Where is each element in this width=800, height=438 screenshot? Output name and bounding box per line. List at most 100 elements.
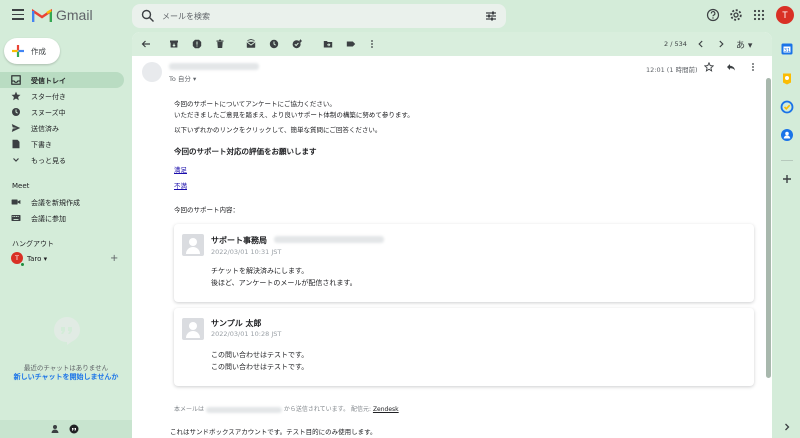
- sidebar-item-label: スター付き: [31, 93, 66, 101]
- label-icon[interactable]: [346, 39, 356, 49]
- sender-redacted: [169, 63, 259, 70]
- message-sender-name: サポート事務局: [211, 236, 267, 245]
- newer-chevron-left-icon[interactable]: [696, 39, 706, 49]
- sender-email-redacted: [274, 236, 384, 243]
- sender-avatar[interactable]: [142, 62, 162, 82]
- older-chevron-right-icon[interactable]: [716, 39, 726, 49]
- zendesk-link[interactable]: Zendesk: [373, 406, 399, 413]
- calendar-icon[interactable]: 31: [780, 42, 794, 56]
- sidebar-item-snoozed[interactable]: スヌーズ中: [0, 104, 124, 120]
- add-addon-plus-icon[interactable]: [780, 172, 794, 186]
- sidebar-item-label: 送信済み: [31, 125, 59, 133]
- hangouts-section-title: ハングアウト: [12, 240, 54, 248]
- contacts-icon[interactable]: [780, 128, 794, 142]
- report-spam-icon[interactable]: [192, 39, 202, 49]
- sidebar-item-sent[interactable]: 送信済み: [0, 120, 124, 136]
- keep-icon[interactable]: [780, 72, 794, 86]
- message-avatar: [182, 318, 204, 340]
- back-arrow-icon[interactable]: [141, 39, 151, 49]
- footer-redacted: [205, 406, 282, 413]
- sidebar-item-label: もっと見る: [31, 157, 66, 165]
- online-status-dot: [20, 262, 25, 267]
- chat-bubble-quote-icon: [54, 317, 80, 345]
- top-bar: Gmail T: [0, 0, 800, 32]
- intro-line-2: いただきましたご意見を踏まえ、より良いサポート体制の構築に努めて参ります。: [174, 111, 414, 119]
- keyboard-icon: [11, 215, 21, 221]
- meet-join-meeting[interactable]: 会議に参加: [0, 210, 124, 226]
- app-name: Gmail: [56, 7, 93, 23]
- add-contact-plus-icon[interactable]: +: [110, 254, 118, 264]
- pager-count: 2 / 534: [664, 40, 687, 48]
- input-tools-button[interactable]: あ ▾: [736, 38, 752, 51]
- sidebar-bottom-bar: [0, 420, 132, 438]
- more-vertical-icon[interactable]: [367, 39, 377, 49]
- meet-item-label: 会議に参加: [31, 215, 66, 223]
- reply-icon[interactable]: [726, 62, 736, 72]
- search-input[interactable]: [162, 8, 462, 24]
- archive-icon[interactable]: [169, 39, 179, 49]
- email-time: 12:01 (1 時間前): [646, 66, 698, 74]
- star-outline-icon[interactable]: [704, 62, 714, 72]
- start-chat-link[interactable]: 新しいチャットを開始しませんか: [0, 372, 132, 382]
- message-date: 2022/03/01 10:31 JST: [211, 248, 282, 256]
- message-line-2: この問い合わせはテストです。: [211, 363, 309, 371]
- sidebar-item-more[interactable]: もっと見る: [0, 152, 124, 168]
- account-avatar[interactable]: T: [776, 6, 794, 24]
- clock-icon: [12, 108, 20, 116]
- support-content-label: 今回のサポート内容：: [174, 206, 239, 214]
- delete-icon[interactable]: [215, 39, 225, 49]
- compose-button[interactable]: 作成: [4, 38, 60, 64]
- customer-message-card: サンプル 太郎 2022/03/01 10:28 JST この問い合わせはテスト…: [174, 308, 754, 386]
- person-icon[interactable]: [50, 424, 60, 434]
- no-chats-text: 最近のチャットはありません: [23, 364, 109, 372]
- unsatisfied-link[interactable]: 不満: [174, 180, 187, 190]
- search-bar[interactable]: [132, 4, 506, 28]
- tasks-icon[interactable]: [780, 100, 794, 114]
- email-view-panel: 2 / 534 あ ▾ To 自分 ▾ 12:01 (1 時間前) 今回のサポー…: [132, 32, 772, 438]
- sidebar-item-label: 受信トレイ: [31, 77, 66, 85]
- mark-unread-icon[interactable]: [246, 39, 256, 49]
- email-toolbar: 2 / 534 あ ▾: [132, 32, 772, 56]
- recipient-line[interactable]: To 自分 ▾: [169, 73, 196, 83]
- sandbox-note: これはサンドボックスアカウントです。テスト目的にのみ使用します。: [170, 428, 377, 436]
- hangouts-quote-icon[interactable]: [69, 424, 79, 434]
- sidebar-item-label: 下書き: [31, 141, 52, 149]
- intro-line-3: 以下いずれかのリンクをクリックして、簡単な質問にご回答ください。: [174, 126, 382, 134]
- sidebar-item-inbox[interactable]: 受信トレイ: [0, 72, 124, 88]
- support-message-card: サポート事務局 2022/03/01 10:31 JST チケットを解決済みにし…: [174, 224, 754, 302]
- rating-heading: 今回のサポート対応の評価をお願いします: [174, 147, 317, 156]
- sidebar-nav: 受信トレイ スター付き スヌーズ中 送信済み 下書き もっと見る: [0, 72, 130, 168]
- chevron-down-icon: [13, 158, 19, 162]
- settings-gear-icon[interactable]: [729, 8, 743, 22]
- message-date: 2022/03/01 10:28 JST: [211, 330, 282, 338]
- sidebar-item-drafts[interactable]: 下書き: [0, 136, 124, 152]
- move-to-folder-icon[interactable]: [323, 39, 333, 49]
- sidebar-item-starred[interactable]: スター付き: [0, 88, 124, 104]
- email-scrollbar[interactable]: [766, 78, 771, 378]
- draft-icon: [12, 139, 20, 149]
- message-line-2: 後ほど、アンケートのメールが配信されます。: [211, 279, 357, 287]
- help-icon[interactable]: [706, 8, 720, 22]
- add-task-icon[interactable]: [292, 39, 302, 49]
- main-menu-icon[interactable]: [12, 9, 24, 20]
- svg-text:31: 31: [784, 48, 790, 54]
- star-icon: [11, 91, 21, 101]
- hangouts-user-name[interactable]: Taro ▾: [27, 255, 47, 263]
- snooze-clock-icon[interactable]: [269, 39, 279, 49]
- satisfied-link[interactable]: 満足: [174, 164, 187, 174]
- search-options-icon[interactable]: [484, 9, 498, 23]
- meet-section-title: Meet: [12, 182, 30, 190]
- meet-item-label: 会議を新規作成: [31, 199, 80, 207]
- search-icon[interactable]: [141, 9, 155, 23]
- message-line-1: この問い合わせはテストです。: [211, 351, 309, 359]
- message-avatar: [182, 234, 204, 256]
- gmail-m-icon: [32, 8, 52, 22]
- gmail-logo[interactable]: Gmail: [32, 7, 93, 23]
- compose-label: 作成: [31, 47, 46, 56]
- expand-panel-chevron-icon[interactable]: [780, 420, 794, 434]
- apps-grid-icon[interactable]: [752, 8, 766, 22]
- email-more-icon[interactable]: [748, 62, 758, 72]
- meet-new-meeting[interactable]: 会議を新規作成: [0, 194, 124, 210]
- send-icon: [11, 124, 21, 132]
- intro-line-1: 今回のサポートについてアンケートにご協力ください。: [174, 100, 336, 108]
